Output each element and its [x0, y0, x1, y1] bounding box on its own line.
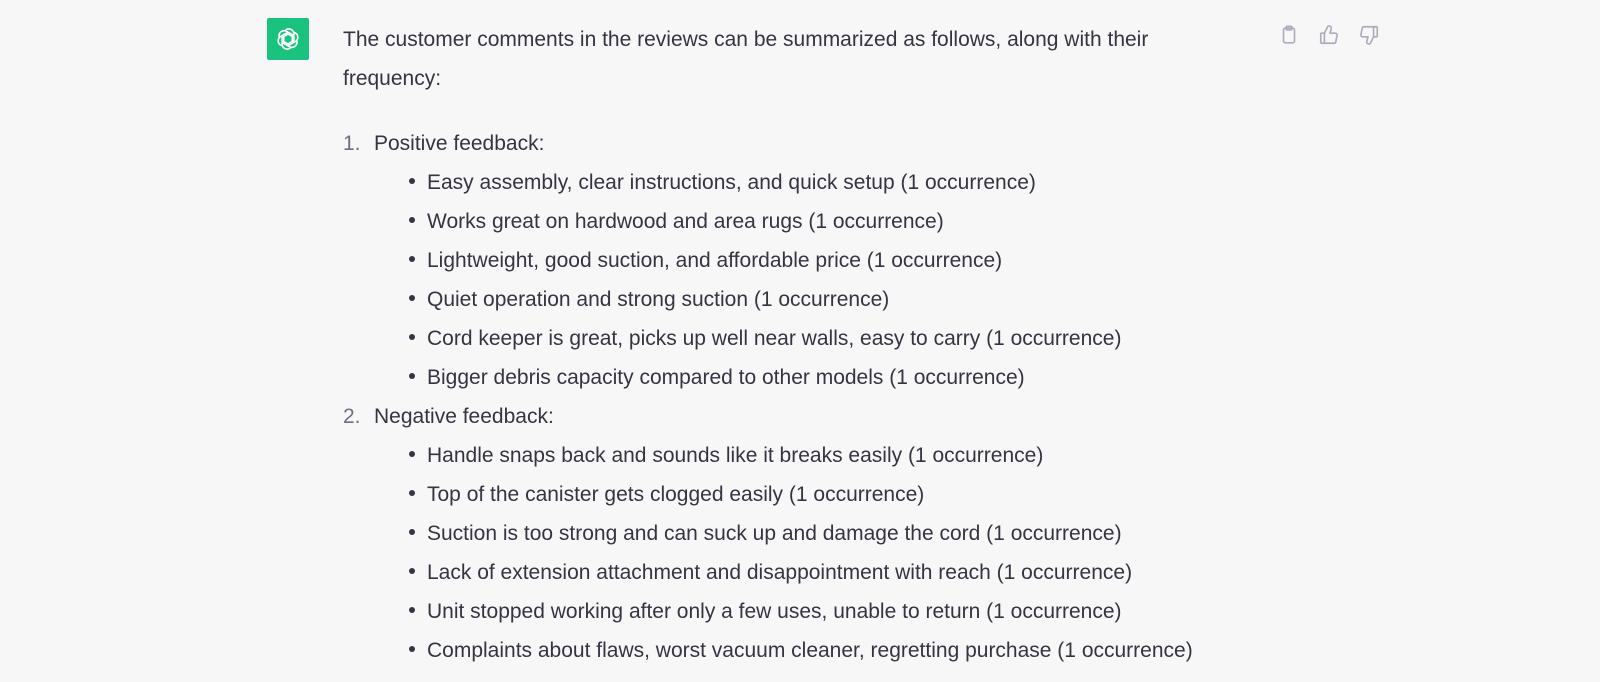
list-item-text: Suction is too strong and can suck up an…	[427, 522, 1122, 545]
thumbs-up-icon	[1319, 25, 1338, 45]
list-item-text: Unit stopped working after only a few us…	[427, 600, 1122, 623]
list-item-text: Easy assembly, clear instructions, and q…	[427, 171, 1036, 194]
bullet-icon	[409, 334, 415, 340]
bullet-icon	[409, 373, 415, 379]
bullet-icon	[409, 451, 415, 457]
bullet-icon	[409, 646, 415, 652]
openai-logo-icon	[277, 28, 299, 50]
list-item: Cord keeper is great, picks up well near…	[405, 319, 1223, 358]
list-item: Handle snaps back and sounds like it bre…	[405, 436, 1223, 475]
bullet-icon	[409, 295, 415, 301]
bullet-icon	[409, 490, 415, 496]
list-item: Bigger debris capacity compared to other…	[405, 358, 1223, 397]
list-item: Complaints about flaws, worst vacuum cle…	[405, 631, 1223, 670]
assistant-message: The customer comments in the reviews can…	[343, 20, 1223, 670]
bullet-icon	[409, 607, 415, 613]
list-number: 2.	[343, 405, 361, 428]
list-item-text: Bigger debris capacity compared to other…	[427, 366, 1025, 389]
list-item-text: Handle snaps back and sounds like it bre…	[427, 444, 1044, 467]
thumbs-down-button[interactable]	[1356, 22, 1382, 48]
list-item: Lack of extension attachment and disappo…	[405, 553, 1223, 592]
clipboard-icon	[1282, 25, 1296, 44]
bullet-icon	[409, 529, 415, 535]
section-title: Positive feedback:	[374, 132, 545, 155]
list-item-text: Top of the canister gets clogged easily …	[427, 483, 925, 506]
list-item-text: Quiet operation and strong suction (1 oc…	[427, 288, 890, 311]
copy-button[interactable]	[1276, 22, 1302, 48]
list-item: Works great on hardwood and area rugs (1…	[405, 202, 1223, 241]
assistant-avatar	[267, 18, 309, 60]
list-item: Lightweight, good suction, and affordabl…	[405, 241, 1223, 280]
list-item: Easy assembly, clear instructions, and q…	[405, 163, 1223, 202]
list-number: 1.	[343, 132, 361, 155]
list-item: Top of the canister gets clogged easily …	[405, 475, 1223, 514]
feedback-section-positive: 1. Positive feedback: Easy assembly, cle…	[343, 124, 1223, 397]
message-intro: The customer comments in the reviews can…	[343, 28, 1149, 90]
list-item: Unit stopped working after only a few us…	[405, 592, 1223, 631]
bullet-icon	[409, 568, 415, 574]
thumbs-down-icon	[1360, 25, 1379, 45]
bullet-icon	[409, 178, 415, 184]
section-title: Negative feedback:	[374, 405, 554, 428]
feedback-section-negative: 2. Negative feedback: Handle snaps back …	[343, 397, 1223, 670]
positive-items: Easy assembly, clear instructions, and q…	[374, 163, 1223, 397]
list-item: Quiet operation and strong suction (1 oc…	[405, 280, 1223, 319]
list-item-text: Works great on hardwood and area rugs (1…	[427, 210, 944, 233]
message-actions	[1276, 22, 1382, 48]
thumbs-up-button[interactable]	[1316, 22, 1342, 48]
list-item-text: Cord keeper is great, picks up well near…	[427, 327, 1122, 350]
negative-items: Handle snaps back and sounds like it bre…	[374, 436, 1223, 670]
feedback-list: 1. Positive feedback: Easy assembly, cle…	[343, 124, 1223, 670]
bullet-icon	[409, 256, 415, 262]
list-item-text: Lack of extension attachment and disappo…	[427, 561, 1133, 584]
list-item: Suction is too strong and can suck up an…	[405, 514, 1223, 553]
bullet-icon	[409, 217, 415, 223]
list-item-text: Lightweight, good suction, and affordabl…	[427, 249, 1003, 272]
list-item-text: Complaints about flaws, worst vacuum cle…	[427, 639, 1193, 662]
